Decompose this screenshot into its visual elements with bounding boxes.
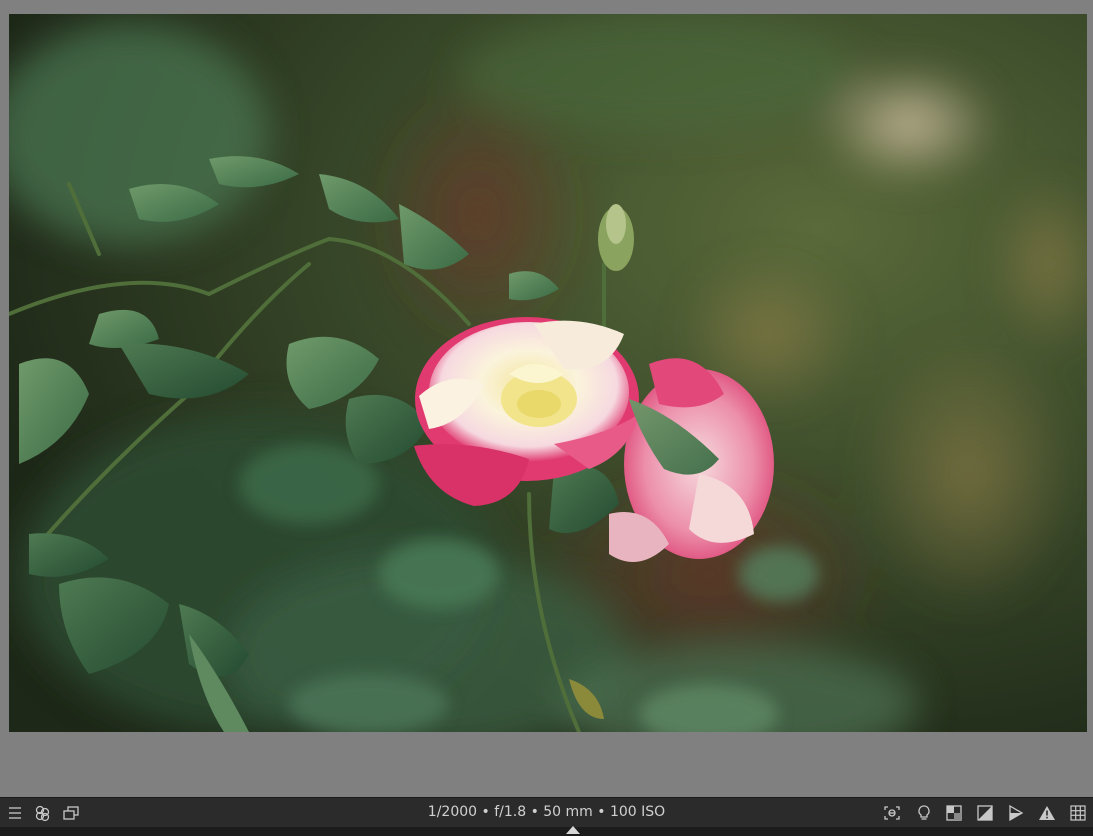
grid-icon[interactable] <box>1068 803 1088 823</box>
contrast-icon[interactable] <box>975 803 995 823</box>
list-icon[interactable] <box>5 803 25 823</box>
color-labels-icon[interactable] <box>32 803 52 823</box>
focus-peaking-icon[interactable] <box>882 803 902 823</box>
exif-info: 1/2000 • f/1.8 • 50 mm • 100 ISO <box>427 804 666 820</box>
lightbulb-icon[interactable] <box>914 803 934 823</box>
rose-photo-render <box>9 14 1087 732</box>
expand-filmstrip-arrow-icon[interactable] <box>566 826 580 834</box>
bottom-toolbar: 1/2000 • f/1.8 • 50 mm • 100 ISO <box>0 797 1093 828</box>
clipping-icon[interactable] <box>944 803 964 823</box>
gamut-warning-icon[interactable] <box>1037 803 1057 823</box>
image-viewer <box>0 0 1093 797</box>
main-photo[interactable] <box>9 14 1087 732</box>
filmstrip-collapsed <box>0 827 1093 836</box>
softproof-icon[interactable] <box>1006 803 1026 823</box>
duplicate-icon[interactable] <box>61 803 81 823</box>
